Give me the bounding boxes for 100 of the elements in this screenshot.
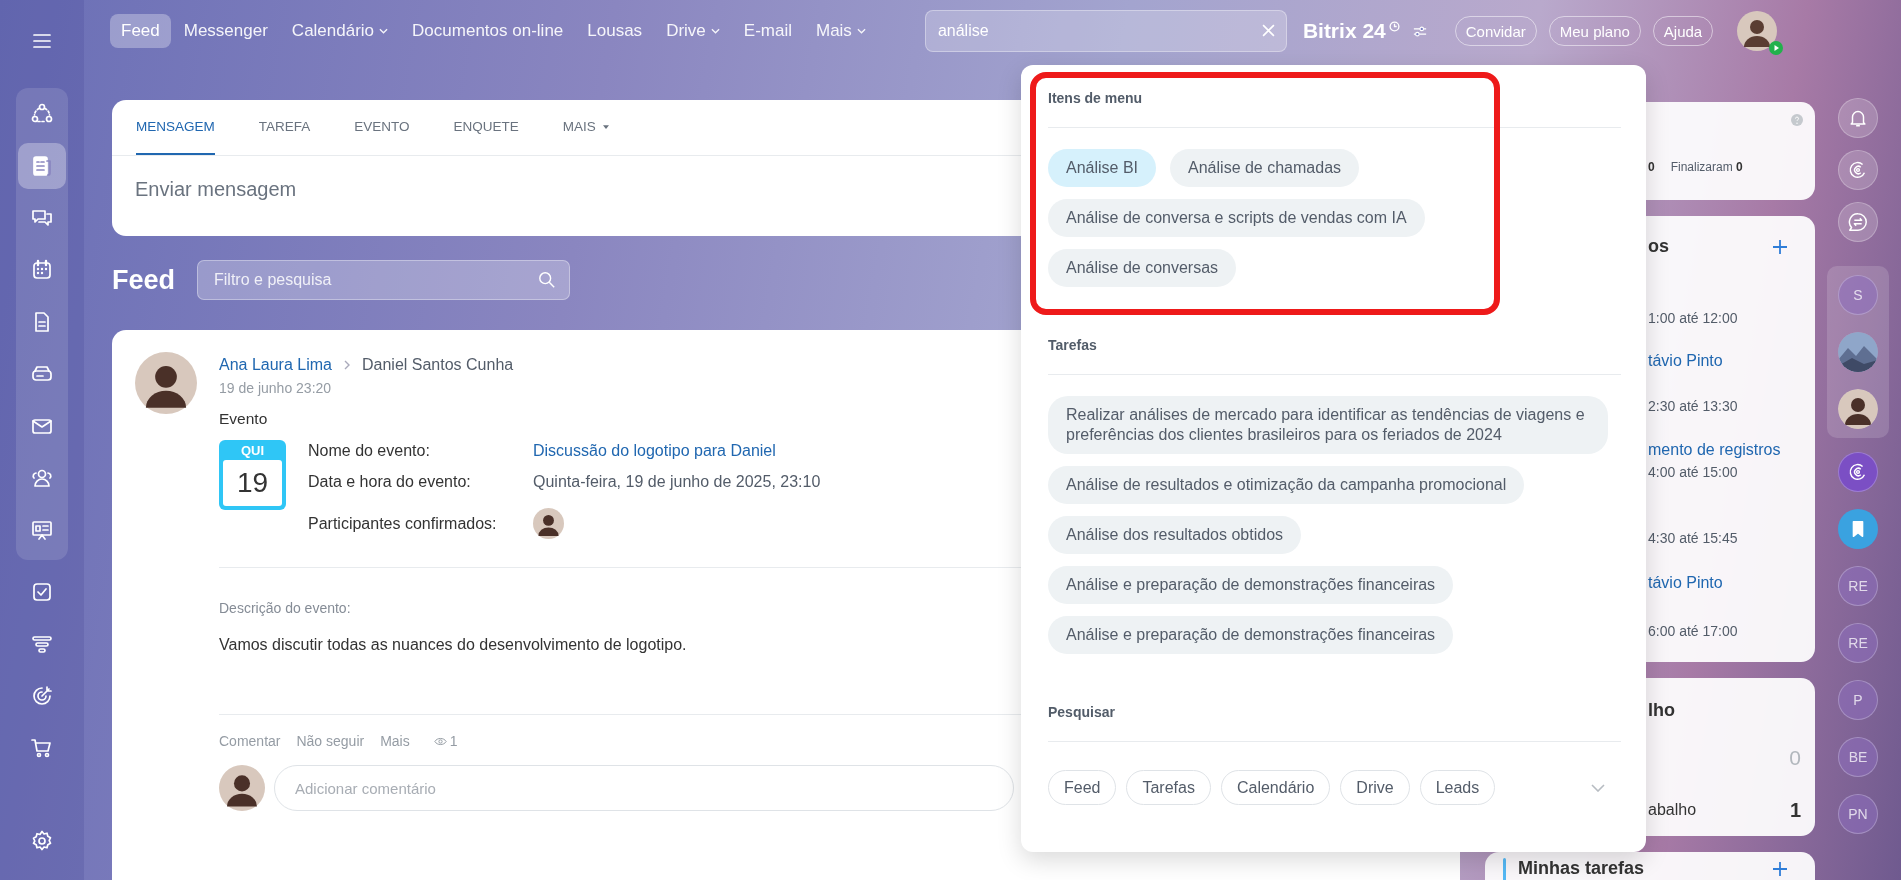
rail-button[interactable]: [1838, 150, 1878, 190]
section-title: Pesquisar: [1048, 704, 1115, 720]
post-action-link[interactable]: Não seguir: [296, 733, 365, 749]
event-time: 1:00 até 12:00: [1648, 309, 1739, 328]
author-link[interactable]: Ana Laura Lima: [219, 356, 332, 374]
chevron-icon: [379, 28, 389, 34]
row-label: abalho: [1648, 801, 1697, 819]
newspaper-icon: [30, 154, 54, 178]
result-chip[interactable]: Análise dos resultados obtidos: [1048, 516, 1302, 554]
section-title: Itens de menu: [1048, 90, 1143, 106]
user-initials-avatar[interactable]: RE: [1838, 566, 1878, 606]
event-link[interactable]: távio Pinto: [1648, 572, 1815, 594]
field-label: Participantes confirmados:: [308, 514, 498, 533]
result-chip[interactable]: Análise de chamadas: [1170, 149, 1360, 187]
event-link[interactable]: távio Pinto: [1648, 350, 1815, 372]
nav-tab[interactable]: Messenger: [172, 14, 279, 48]
event-time: 4:30 até 15:45: [1648, 529, 1739, 548]
search-icon: [538, 271, 557, 289]
chat-arrows-icon: [1847, 211, 1869, 233]
nav-tab[interactable]: Mais: [804, 14, 877, 48]
stat-label: Finalizaram 0: [1670, 160, 1743, 174]
description-label: Descrição do evento:: [219, 600, 351, 616]
recipient-name: Daniel Santos Cunha: [361, 356, 514, 374]
clock-icon: [1388, 21, 1400, 32]
result-chip[interactable]: Leads: [1419, 770, 1496, 805]
event-time: 4:00 até 15:00: [1648, 463, 1739, 482]
nav-tab[interactable]: Feed: [110, 14, 171, 48]
rail-button[interactable]: [1838, 452, 1878, 492]
view-count: 1: [449, 733, 458, 749]
nav-tab[interactable]: Calendário: [280, 14, 400, 48]
composer-tab[interactable]: MAIS: [562, 100, 609, 155]
nav-tab[interactable]: Drive: [655, 14, 731, 48]
stat-count: 0: [1648, 160, 1655, 174]
event-time: 2:30 até 13:30: [1648, 397, 1739, 416]
user-avatar[interactable]: [1737, 11, 1778, 51]
field-value: Quinta-feira, 19 de junho de 2025, 23:10: [533, 473, 821, 491]
result-chip[interactable]: Análise e preparação de demonstrações financeiras: [1048, 566, 1454, 604]
field-label: Data e hora do evento:: [308, 473, 472, 491]
section-title: Tarefas: [1048, 337, 1097, 353]
event-link[interactable]: Discussão do logotipo para Daniel: [533, 442, 776, 460]
avatar: [219, 765, 265, 811]
sliders-icon[interactable]: [1412, 25, 1427, 37]
comment-field[interactable]: Adicionar comentário: [274, 765, 1014, 811]
brand-logo: Bitrix 24: [1302, 19, 1386, 43]
composer-tab[interactable]: EVENTO: [354, 100, 410, 155]
page-title: Feed: [112, 264, 176, 296]
result-chip[interactable]: Tarefas: [1126, 770, 1211, 805]
calendar-icon: [30, 258, 54, 282]
result-chip[interactable]: Realizar análises de mercado para identificar as tendências de viagens e preferências dos clientes brasileiros para os feriados de 2024: [1048, 396, 1608, 454]
post-action-link[interactable]: Comentar: [219, 733, 281, 749]
event-time: 6:00 até 17:00: [1648, 622, 1739, 641]
event-link[interactable]: mento de registros: [1648, 439, 1815, 461]
composer-tab[interactable]: ENQUETE: [453, 100, 519, 155]
user-initials-avatar[interactable]: S: [1838, 275, 1878, 315]
composer-tab[interactable]: MENSAGEM: [136, 100, 215, 155]
bookmark-button[interactable]: [1838, 509, 1878, 549]
field-label: Nome do evento:: [308, 442, 431, 460]
presentation-icon: [30, 518, 54, 542]
message-field[interactable]: Enviar mensagem: [112, 178, 758, 201]
chevron-icon: [710, 28, 720, 34]
card-title: lho: [1648, 700, 1675, 720]
nav-tab[interactable]: E-mail: [732, 14, 803, 48]
post-action-link[interactable]: Mais: [380, 733, 410, 749]
composer-tab[interactable]: TAREFA: [258, 100, 311, 155]
nav-tab[interactable]: Documentos on-line: [401, 14, 575, 48]
cart-icon: [30, 736, 54, 760]
row-count: 1: [1789, 798, 1801, 822]
rail-button[interactable]: [1838, 202, 1878, 242]
notifications-button[interactable]: [1838, 98, 1878, 138]
sidebar-item[interactable]: [18, 143, 66, 189]
result-chip[interactable]: Feed: [1048, 770, 1117, 805]
chevron-icon: [856, 28, 866, 34]
user-initials-avatar[interactable]: PN: [1838, 794, 1878, 834]
result-chip[interactable]: Análise e preparação de demonstrações financeiras: [1048, 616, 1454, 654]
plus-icon[interactable]: [1773, 239, 1787, 254]
filter-field[interactable]: Filtro e pesquisa: [197, 260, 571, 300]
user-initials-avatar[interactable]: BE: [1838, 737, 1878, 777]
plus-icon[interactable]: [1773, 862, 1787, 876]
avatar: [533, 508, 564, 539]
avatar[interactable]: [1838, 389, 1878, 429]
user-initials-avatar[interactable]: RE: [1838, 623, 1878, 663]
play-badge-icon: [1769, 41, 1784, 55]
checkbox-icon: [30, 580, 54, 604]
result-chip[interactable]: Análise de conversas: [1048, 249, 1237, 287]
avatar: [135, 352, 197, 414]
result-chip[interactable]: Análise de resultados e otimização da campanha promocional: [1048, 466, 1525, 504]
user-initials-avatar[interactable]: P: [1838, 680, 1878, 720]
chevron-icon: [343, 360, 350, 370]
card-title: os: [1648, 236, 1669, 257]
calendar-badge: QUI 19: [219, 440, 286, 510]
target-icon: [30, 684, 54, 708]
nav-tab[interactable]: Lousas: [576, 14, 654, 48]
result-chip[interactable]: Análise BI: [1048, 149, 1157, 187]
result-chip[interactable]: Drive: [1340, 770, 1410, 805]
caret-icon: [602, 124, 609, 129]
result-chip[interactable]: Calendário: [1220, 770, 1331, 805]
result-chip[interactable]: Análise de conversa e scripts de vendas com IA: [1048, 199, 1425, 237]
post-type: Evento: [219, 410, 268, 428]
eye-icon: [433, 736, 447, 746]
row-count: 0: [1789, 746, 1801, 770]
